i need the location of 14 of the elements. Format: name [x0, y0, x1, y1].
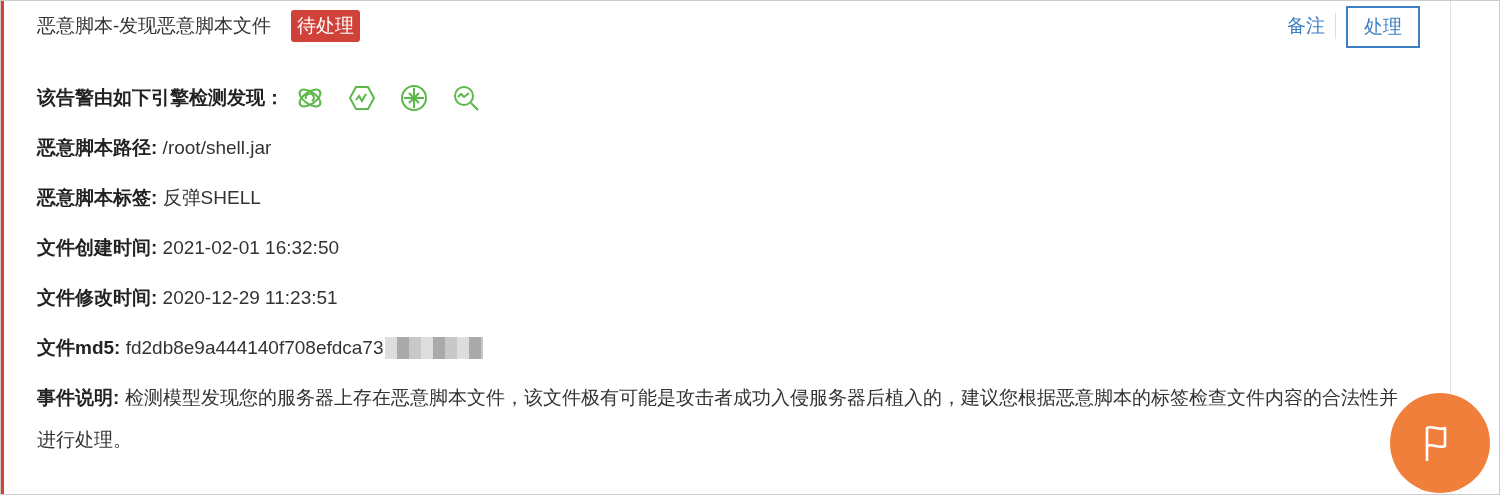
- field-text: 文件创建时间: 2021-02-01 16:32:50: [37, 236, 340, 260]
- status-tag: 待处理: [291, 10, 361, 42]
- handle-button[interactable]: 处理: [1346, 6, 1420, 48]
- compass-icon: [400, 84, 428, 112]
- note-link[interactable]: 备注: [1287, 13, 1325, 39]
- field-text: 恶意脚本路径: /root/shell.jar: [37, 136, 272, 160]
- field-text: 文件md5: fd2db8e9a444140f708efdca73: [37, 336, 384, 360]
- magnifier-chart-icon: [452, 84, 480, 112]
- alert-title: 恶意脚本-发现恶意脚本文件: [37, 14, 272, 38]
- field-text: 事件说明: 检测模型发现您的服务器上存在恶意脚本文件，该文件极有可能是攻击者成功入侵服务器后植入的，建议您根据恶意脚本的标签检查文件内容的合法性并进行处理。: [37, 386, 1399, 452]
- engines-label: 该告警由如下引擎检测发现：: [37, 86, 284, 110]
- field-text: 恶意脚本标签: 反弹SHELL: [37, 186, 261, 210]
- field-text: 文件修改时间: 2020-12-29 11:23:51: [37, 286, 338, 310]
- hexagon-pulse-icon: [348, 84, 376, 112]
